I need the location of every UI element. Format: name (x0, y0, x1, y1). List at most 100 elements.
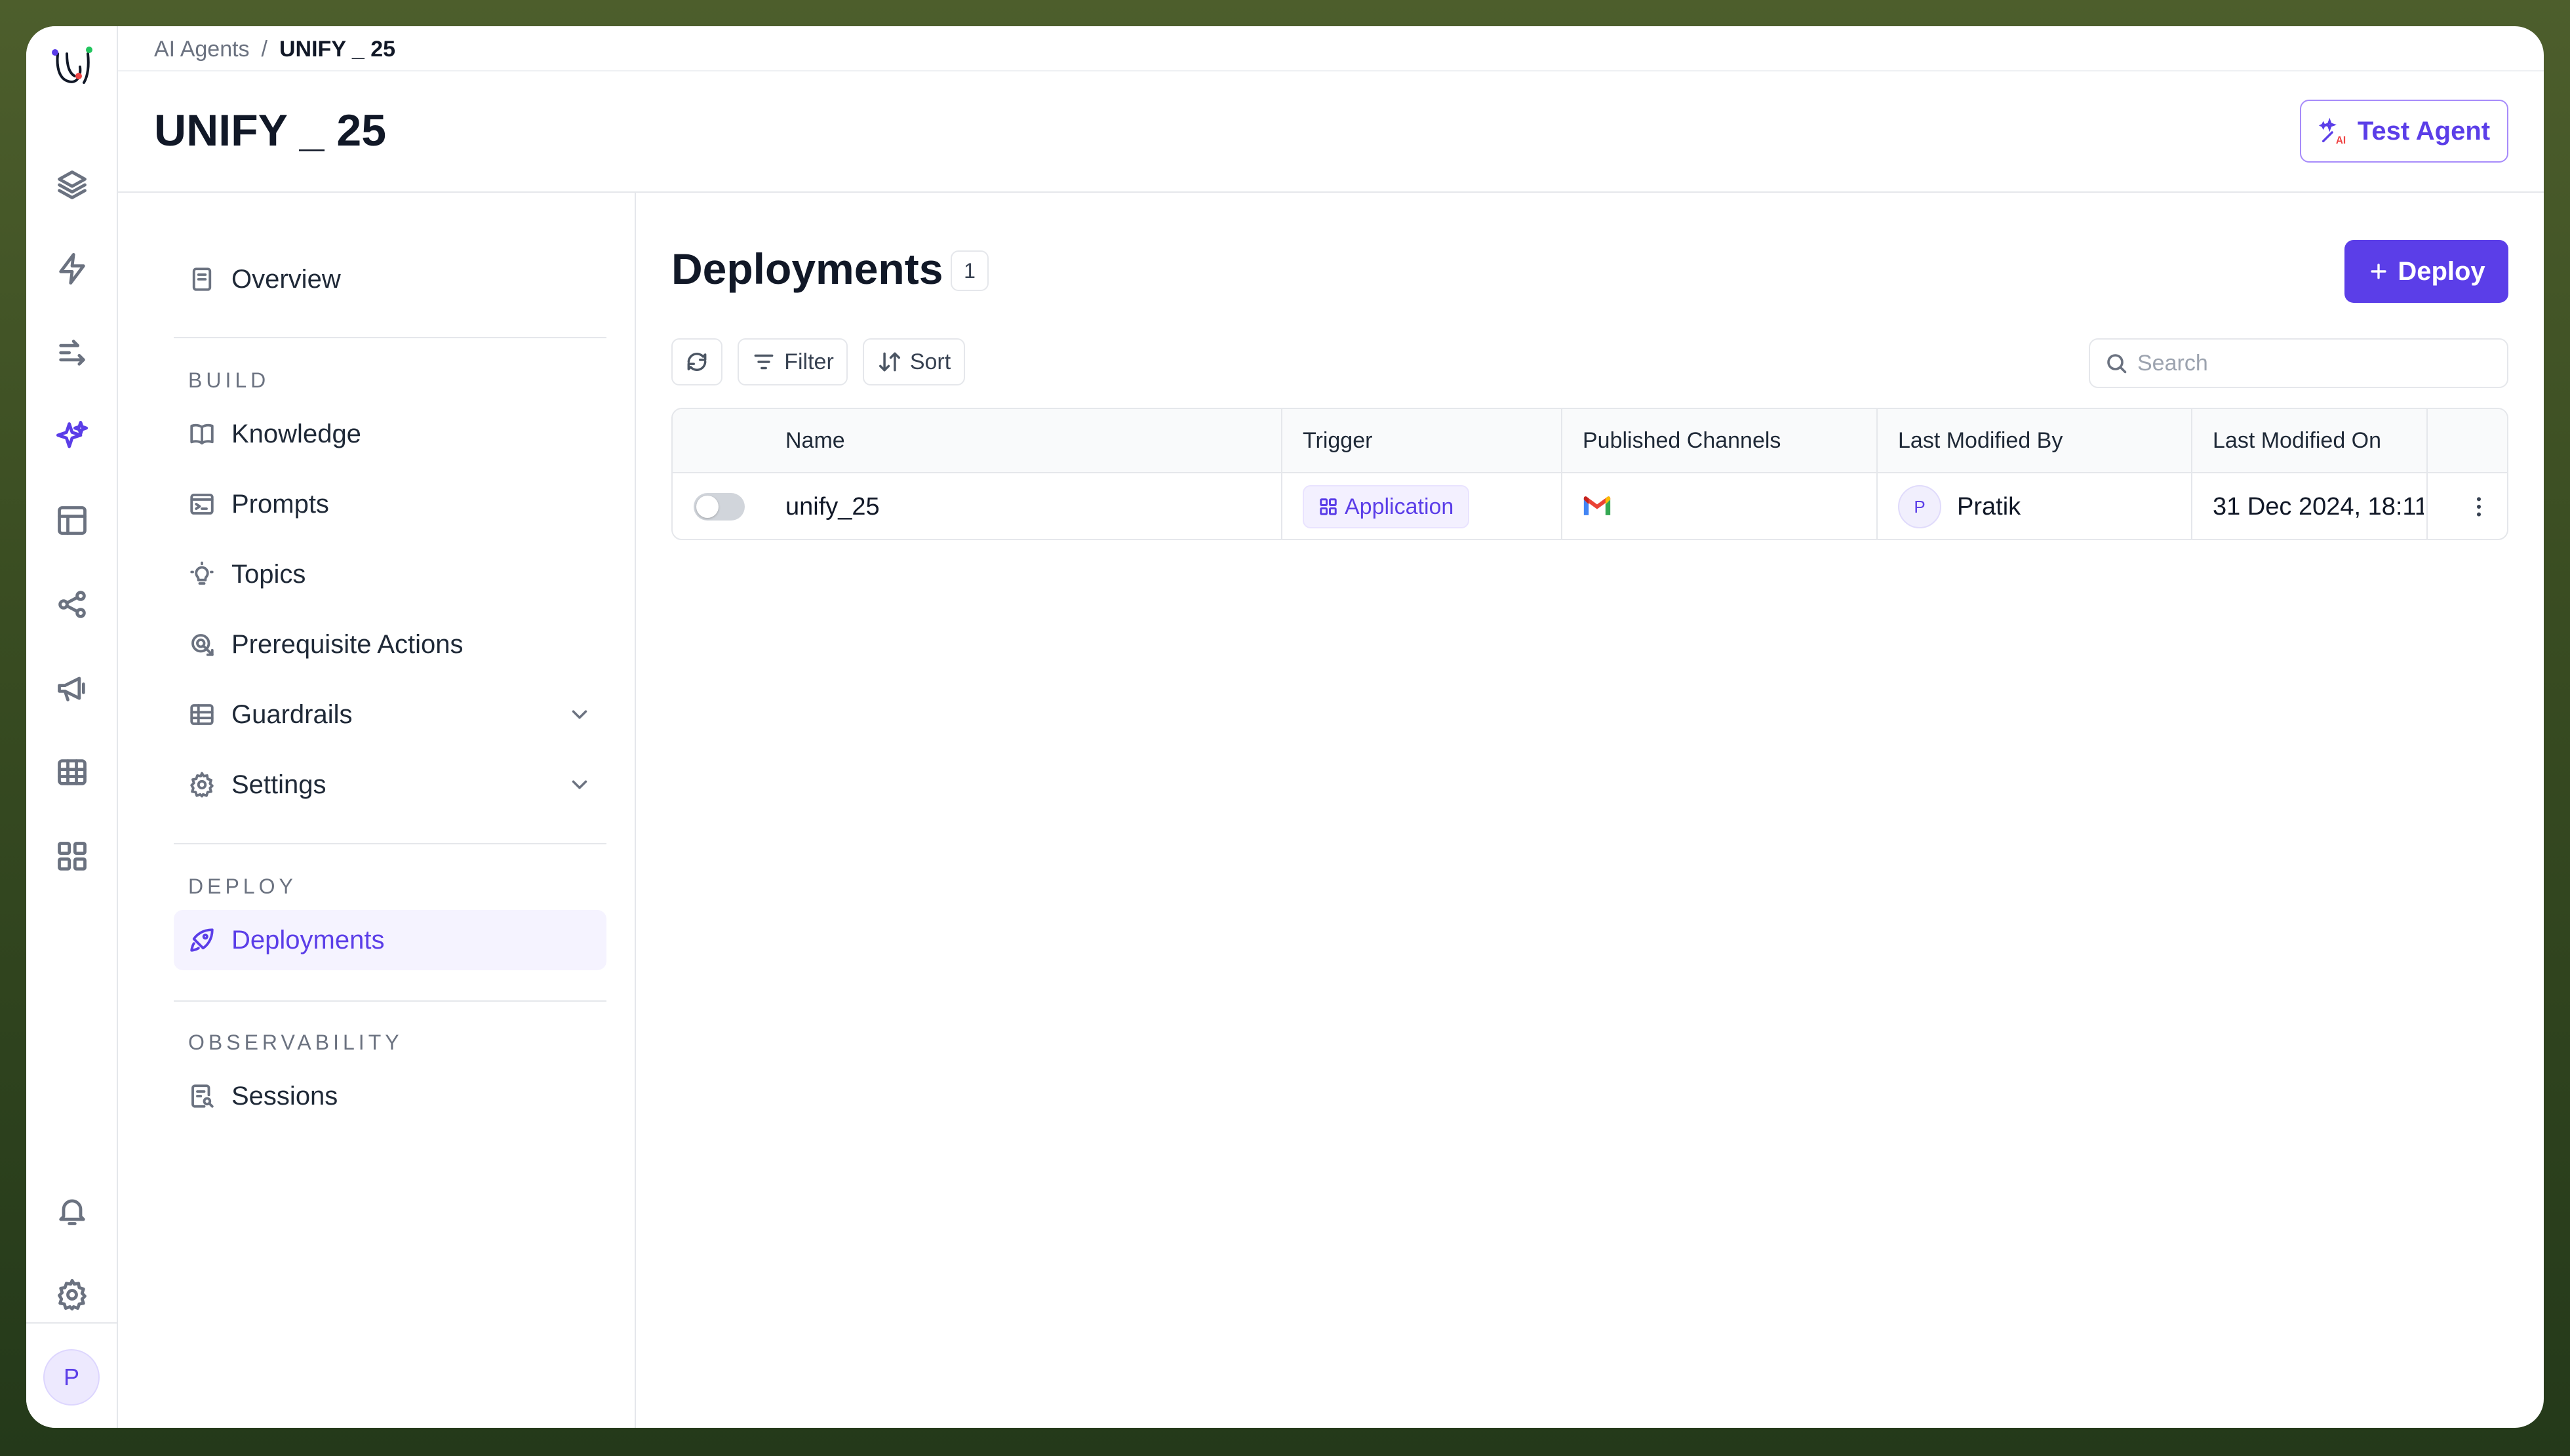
deploy-label: Deploy (2398, 256, 2485, 286)
row-actions-menu[interactable] (2466, 473, 2492, 539)
test-agent-button[interactable]: AI Test Agent (2300, 100, 2508, 163)
row-trigger-cell: Application (1303, 473, 1470, 539)
terminal-icon (190, 494, 214, 515)
enable-toggle[interactable] (694, 493, 745, 521)
avatar: P (1898, 485, 1941, 528)
breadcrumb-current: UNIFY _ 25 (279, 36, 396, 62)
row-toggle-cell (694, 473, 745, 539)
layout-icon[interactable] (46, 494, 98, 547)
grid-icon[interactable] (46, 830, 98, 882)
test-agent-label: Test Agent (2357, 116, 2491, 146)
layers-icon[interactable] (46, 159, 98, 211)
sort-icon (879, 352, 900, 372)
grid-icon (1320, 498, 1337, 515)
rail-divider (26, 1322, 118, 1324)
file-search-icon (191, 1084, 214, 1108)
sidebar-item-label: Prompts (231, 489, 329, 519)
share-icon[interactable] (46, 578, 98, 631)
table-row[interactable]: unify_25 Application P Pratik 31 Dec 202… (673, 473, 2507, 539)
page-title: UNIFY _ 25 (154, 106, 387, 155)
filter-button[interactable]: Filter (738, 338, 848, 385)
sort-button[interactable]: Sort (863, 338, 965, 385)
sidebar-item-label: Overview (231, 264, 341, 294)
filter-label: Filter (784, 349, 834, 374)
sidebar-divider (174, 1000, 606, 1002)
column-header-name[interactable]: Name (785, 409, 845, 472)
sidebar-item-sessions[interactable]: Sessions (174, 1066, 606, 1126)
sidebar-item-knowledge[interactable]: Knowledge (174, 404, 606, 464)
trigger-badge: Application (1303, 485, 1470, 528)
breadcrumb: AI Agents / UNIFY _ 25 (154, 26, 395, 72)
row-name[interactable]: unify_25 (785, 473, 880, 539)
sidebar-divider (174, 337, 606, 338)
row-modified-by-cell: P Pratik (1898, 473, 2021, 539)
sidebar-item-label: Sessions (231, 1081, 338, 1111)
section-label-build: BUILD (188, 368, 270, 392)
flow-icon[interactable] (46, 326, 98, 379)
breadcrumb-divider (118, 70, 2544, 71)
column-header-last-modified-by[interactable]: Last Modified By (1898, 409, 2063, 472)
target-icon (191, 634, 214, 656)
user-avatar[interactable]: P (43, 1349, 100, 1406)
agent-sidebar: Overview BUILD Knowledge Prompts Topics … (118, 193, 636, 1428)
document-icon (192, 267, 212, 291)
refresh-button[interactable] (671, 338, 722, 385)
trigger-label: Application (1345, 494, 1454, 519)
row-modified-on: 31 Dec 2024, 18:11 (2213, 492, 2424, 521)
gear-icon[interactable] (46, 1269, 98, 1321)
filter-icon (754, 354, 774, 370)
column-header-trigger[interactable]: Trigger (1303, 409, 1372, 472)
test-ai-icon: AI (2318, 117, 2346, 146)
sidebar-item-label: Prerequisite Actions (231, 629, 464, 659)
bell-icon[interactable] (46, 1185, 98, 1237)
row-channels-cell (1583, 473, 1611, 539)
sidebar-item-label: Topics (231, 559, 306, 589)
breadcrumb-parent[interactable]: AI Agents (154, 37, 250, 62)
breadcrumb-separator: / (261, 36, 267, 62)
search-icon (2107, 354, 2127, 374)
sparkle-icon[interactable] (46, 410, 98, 463)
megaphone-icon[interactable] (46, 662, 98, 715)
refresh-icon (687, 353, 707, 371)
sort-label: Sort (909, 349, 951, 374)
sidebar-item-label: Guardrails (231, 699, 353, 729)
sidebar-item-overview[interactable]: Overview (174, 249, 606, 309)
sidebar-item-settings[interactable]: Settings (174, 755, 606, 815)
lightbulb-icon (190, 561, 214, 585)
chevron-down-icon[interactable] (567, 702, 592, 727)
table-header: Name Trigger Published Channels Last Mod… (673, 409, 2507, 473)
search-input[interactable] (2137, 350, 2491, 376)
book-icon (190, 423, 214, 444)
sidebar-divider (174, 843, 606, 844)
sidebar-item-prompts[interactable]: Prompts (174, 474, 606, 534)
gear-icon (190, 772, 214, 798)
search-box[interactable] (2089, 338, 2508, 388)
more-vertical-icon (2477, 497, 2481, 517)
sidebar-item-prerequisite-actions[interactable]: Prerequisite Actions (174, 614, 606, 675)
table-icon (190, 704, 214, 725)
app-window: P AI Agents / UNIFY _ 25 UNIFY _ 25 AI T… (26, 26, 2544, 1428)
chevron-down-icon[interactable] (567, 772, 592, 797)
column-header-last-modified-on[interactable]: Last Modified On (2213, 409, 2381, 472)
deploy-button[interactable]: Deploy (2344, 240, 2508, 303)
deployments-table: Name Trigger Published Channels Last Mod… (671, 408, 2508, 540)
sidebar-item-guardrails[interactable]: Guardrails (174, 684, 606, 745)
svg-text:AI: AI (2336, 135, 2346, 146)
rocket-icon (190, 928, 214, 952)
sidebar-item-deployments[interactable]: Deployments (174, 910, 606, 970)
app-logo[interactable] (42, 26, 102, 92)
modified-by-name: Pratik (1957, 492, 2021, 521)
table-icon[interactable] (46, 746, 98, 798)
column-header-published-channels[interactable]: Published Channels (1583, 409, 1781, 472)
bolt-icon[interactable] (46, 243, 98, 295)
icon-rail: P (26, 26, 118, 1428)
section-title: Deployments (671, 245, 943, 293)
sidebar-item-topics[interactable]: Topics (174, 544, 606, 604)
plus-icon (2371, 264, 2386, 279)
gmail-icon (1583, 496, 1611, 515)
sidebar-item-label: Settings (231, 770, 326, 799)
count-badge: 1 (951, 250, 989, 291)
section-label-observability: OBSERVABILITY (188, 1031, 403, 1054)
sidebar-item-label: Knowledge (231, 419, 361, 448)
section-label-deploy: DEPLOY (188, 875, 297, 898)
